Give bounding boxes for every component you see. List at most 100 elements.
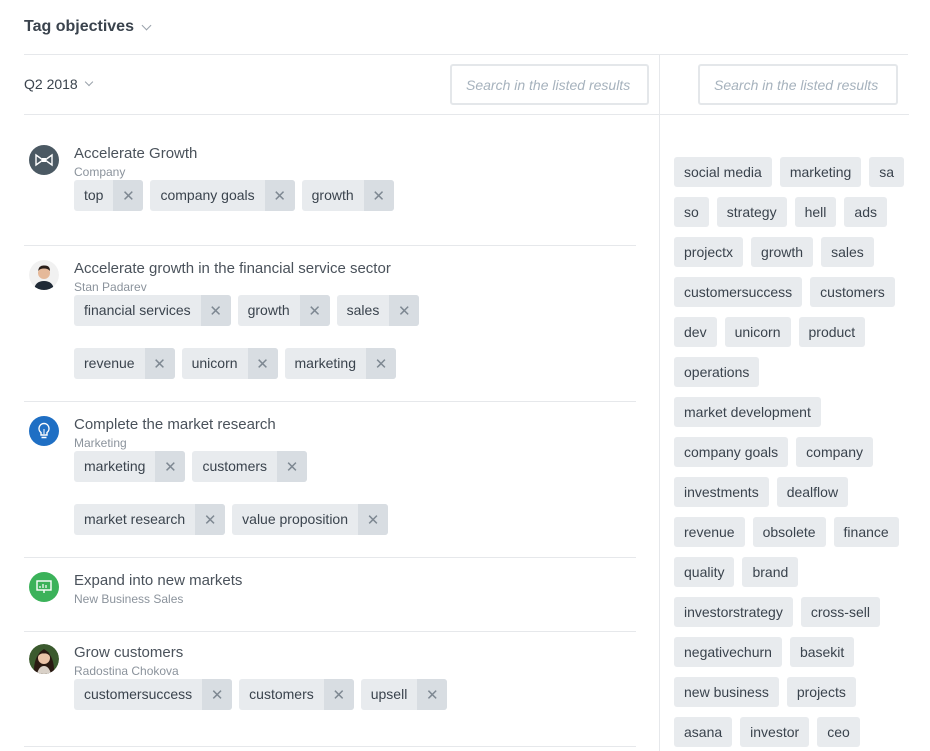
tag-chip[interactable]: brand <box>742 557 799 587</box>
tag-label: market research <box>84 511 186 527</box>
tag-search-input[interactable] <box>698 64 898 105</box>
remove-tag-icon[interactable]: ✕ <box>144 348 175 379</box>
tag-chip[interactable]: basekit <box>789 637 855 667</box>
objective-row: Accelerate growth in the financial servi… <box>24 246 636 402</box>
tag-label: unicorn <box>191 355 238 371</box>
tag: customers ✕ <box>192 451 308 482</box>
tag-label: sales <box>346 302 380 318</box>
objective-title[interactable]: Accelerate growth in the financial servi… <box>74 260 391 277</box>
tag-chip[interactable]: ads <box>844 197 887 227</box>
objective-title[interactable]: Grow customers <box>74 644 183 661</box>
tag-objectives-dropdown[interactable]: Tag objectives <box>24 18 152 36</box>
remove-tag-icon[interactable]: ✕ <box>113 180 144 211</box>
tag: upsell ✕ <box>360 679 448 710</box>
tag: unicorn ✕ <box>181 348 278 379</box>
objective-tags: marketing ✕ customers ✕ market research ✕ v… <box>74 451 634 535</box>
tag-chip[interactable]: growth <box>751 237 814 267</box>
objective-owner: New Business Sales <box>74 592 184 606</box>
page-title: Tag objectives <box>24 18 134 35</box>
tag-cloud: social media marketing sa so strategy he… <box>674 157 906 747</box>
tag-label: financial services <box>84 302 191 318</box>
tag-chip[interactable]: projects <box>786 677 856 707</box>
tag-chip[interactable]: obsolete <box>752 517 826 547</box>
tag: company goals ✕ <box>150 180 295 211</box>
tag-chip[interactable]: revenue <box>674 517 745 547</box>
tag-chip[interactable]: so <box>674 197 709 227</box>
tag: financial services ✕ <box>74 295 231 326</box>
tag-chip[interactable]: dev <box>674 317 717 347</box>
tag-chip[interactable]: product <box>798 317 866 347</box>
objective-owner: Marketing <box>74 436 127 450</box>
avatar <box>29 644 59 674</box>
tag-chip[interactable]: investments <box>674 477 769 507</box>
objective-row: Expand into new markets New Business Sal… <box>24 558 636 632</box>
objective-title[interactable]: Complete the market research <box>74 416 276 433</box>
remove-tag-icon[interactable]: ✕ <box>155 451 186 482</box>
remove-tag-icon[interactable]: ✕ <box>277 451 308 482</box>
objective-tags: top ✕ company goals ✕ growth ✕ <box>74 180 634 211</box>
tag-chip[interactable]: projectx <box>674 237 744 267</box>
tag-chip[interactable]: quality <box>674 557 735 587</box>
tag-chip[interactable]: sales <box>821 237 874 267</box>
tag-chip[interactable]: company goals <box>674 437 789 467</box>
tag-label: customers <box>249 686 314 702</box>
tag: marketing ✕ <box>74 451 186 482</box>
tag-label: growth <box>247 302 290 318</box>
tag-chip[interactable]: customers <box>810 277 895 307</box>
tag-chip[interactable]: dealflow <box>776 477 849 507</box>
tag: sales ✕ <box>336 295 420 326</box>
remove-tag-icon[interactable]: ✕ <box>358 504 389 535</box>
objective-title[interactable]: Accelerate Growth <box>74 145 197 162</box>
tag-chip[interactable]: customersuccess <box>674 277 803 307</box>
tag: revenue ✕ <box>74 348 175 379</box>
tag-chip[interactable]: hell <box>794 197 837 227</box>
remove-tag-icon[interactable]: ✕ <box>247 348 278 379</box>
remove-tag-icon[interactable]: ✕ <box>389 295 420 326</box>
tag-chip[interactable]: investor <box>740 717 810 747</box>
remove-tag-icon[interactable]: ✕ <box>264 180 295 211</box>
tag: growth ✕ <box>237 295 330 326</box>
tag-chip[interactable]: negativechurn <box>674 637 782 667</box>
tag: customersuccess ✕ <box>74 679 233 710</box>
objective-owner: Company <box>74 165 126 179</box>
remove-tag-icon[interactable]: ✕ <box>195 504 226 535</box>
tag-chip[interactable]: strategy <box>716 197 787 227</box>
tag-chip[interactable]: unicorn <box>724 317 791 347</box>
tag-chip[interactable]: asana <box>674 717 733 747</box>
tag-chip[interactable]: cross-sell <box>800 597 880 627</box>
remove-tag-icon[interactable]: ✕ <box>417 679 448 710</box>
tag-label: top <box>84 187 104 203</box>
page-header: Tag objectives <box>24 0 908 55</box>
tag: growth ✕ <box>301 180 394 211</box>
tag-chip[interactable]: new business <box>674 677 779 707</box>
tag: market research ✕ <box>74 504 226 535</box>
tag-chip[interactable]: investorstrategy <box>674 597 793 627</box>
remove-tag-icon[interactable]: ✕ <box>365 348 396 379</box>
tag-library-pane: social media marketing sa so strategy he… <box>659 55 909 751</box>
tag: marketing ✕ <box>284 348 396 379</box>
tag-chip[interactable]: finance <box>833 517 899 547</box>
tag-chip[interactable]: ceo <box>817 717 860 747</box>
tag-label: revenue <box>84 355 135 371</box>
remove-tag-icon[interactable]: ✕ <box>200 295 231 326</box>
tag: top ✕ <box>74 180 144 211</box>
remove-tag-icon[interactable]: ✕ <box>202 679 233 710</box>
objectives-toolbar: Q2 2018 <box>24 55 660 115</box>
remove-tag-icon[interactable]: ✕ <box>299 295 330 326</box>
tag-chip[interactable]: social media <box>674 157 772 187</box>
quarter-selector[interactable]: Q2 2018 <box>24 76 93 92</box>
tag-chip[interactable]: company <box>796 437 873 467</box>
tag-chip[interactable]: marketing <box>779 157 862 187</box>
tag-library-toolbar <box>660 55 909 115</box>
tag-chip[interactable]: sa <box>869 157 905 187</box>
objective-owner: Radostina Chokova <box>74 664 179 678</box>
remove-tag-icon[interactable]: ✕ <box>323 679 354 710</box>
objective-title[interactable]: Expand into new markets <box>74 572 242 589</box>
tag-chip[interactable]: market development <box>674 397 821 427</box>
tag-chip[interactable]: operations <box>674 357 760 387</box>
chevron-down-icon <box>84 77 93 87</box>
remove-tag-icon[interactable]: ✕ <box>363 180 394 211</box>
bowtie-icon <box>29 145 59 175</box>
lightbulb-icon <box>29 416 59 446</box>
objectives-search-input[interactable] <box>450 64 649 105</box>
